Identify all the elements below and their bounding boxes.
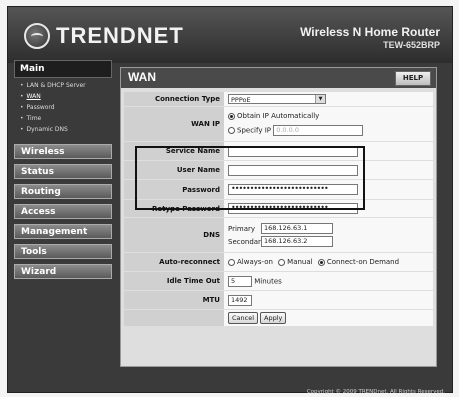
bullet-icon: • [20,93,24,100]
row-idle-time: Idle Time Out 5 Minutes [124,272,433,290]
password-label: Password [124,180,224,199]
sidebar-item-wan[interactable]: • WAN [20,91,112,102]
idle-time-label: Idle Time Out [124,272,224,290]
connection-type-select[interactable]: PPPoE ▼ [228,94,326,104]
apply-button[interactable]: Apply [260,312,287,324]
product-name: Wireless N Home Router [300,25,440,39]
dns-secondary-input[interactable]: 168.126.63.2 [261,236,333,247]
service-name-input[interactable] [228,145,358,157]
dns-primary-input[interactable]: 168.126.63.1 [261,223,333,234]
idle-time-input[interactable]: 5 [228,275,252,287]
wan-title-bar: WAN HELP [121,68,436,88]
row-retype-password: Retype Password ••••••••••••••••••••••••… [124,200,433,217]
specify-ip-label: Specify IP [237,126,271,135]
row-wan-ip: WAN IP Obtain IP Automatically Specify I… [124,107,433,141]
menu-management[interactable]: Management [14,224,112,239]
row-dns: DNS Primary 168.126.63.1 Secondary168.126… [124,218,433,252]
bullet-icon: • [20,82,24,89]
menu-routing[interactable]: Routing [14,184,112,199]
specify-ip-input[interactable]: 0.0.0.0 [273,125,364,136]
bullet-icon: • [20,104,24,111]
obtain-ip-radio[interactable] [228,112,235,120]
connection-type-label: Connection Type [124,92,224,106]
wan-panel: WAN HELP Connection Type PPPoE ▼ WAN IP O… [120,67,437,367]
row-service-name: Service Name [124,142,433,160]
page-title: WAN [128,70,156,84]
cancel-button[interactable]: Cancel [228,312,259,324]
bullet-icon: • [20,115,24,122]
always-on-radio[interactable] [228,258,235,266]
menu-status[interactable]: Status [14,164,112,179]
mtu-input[interactable]: 1492 [228,294,252,306]
retype-password-label: Retype Password [124,200,224,217]
user-name-label: User Name [124,161,224,179]
user-name-input[interactable] [228,164,358,176]
mtu-label: MTU [124,291,224,309]
sidebar-item-lan-dhcp[interactable]: • LAN & DHCP Server [20,80,112,91]
help-button[interactable]: HELP [395,71,431,86]
retype-password-input[interactable]: •••••••••••••••••••••••••• [228,203,358,214]
chevron-down-icon: ▼ [315,95,325,103]
menu-tools[interactable]: Tools [14,244,112,259]
trendnet-logo-icon [24,23,50,49]
connect-on-demand-label: Connect-on Demand [326,258,400,266]
row-connection-type: Connection Type PPPoE ▼ [124,92,433,106]
service-name-label: Service Name [124,142,224,160]
menu-access[interactable]: Access [14,204,112,219]
copyright: Copyright © 2009 TRENDnet. All Rights Re… [306,389,445,395]
obtain-ip-label: Obtain IP Automatically [237,112,320,120]
row-mtu: MTU 1492 [124,291,433,309]
row-auto-reconnect: Auto-reconnect Always-on Manual Connect-… [124,253,433,271]
wan-form: Connection Type PPPoE ▼ WAN IP Obtain IP … [124,91,433,327]
always-on-label: Always-on [237,258,273,266]
specify-ip-radio[interactable] [228,127,235,134]
manual-radio[interactable] [278,258,286,266]
dns-primary-label: Primary [228,224,256,233]
product-model: TEW-652BRP [383,40,440,50]
password-input[interactable]: •••••••••••••••••••••••••• [228,184,358,195]
connect-on-demand-radio[interactable] [317,258,325,266]
menu-wizard[interactable]: Wizard [14,264,112,279]
sidebar: Main • LAN & DHCP Server • WAN • Password •… [14,60,112,284]
menu-wireless[interactable]: Wireless [14,144,112,159]
manual-label: Manual [287,258,313,266]
sidebar-item-time[interactable]: • Time [20,113,112,124]
row-password: Password •••••••••••••••••••••••••• [124,180,433,199]
wan-ip-label: WAN IP [124,107,224,141]
dns-secondary-label: Secondary [228,237,266,246]
auto-reconnect-label: Auto-reconnect [124,253,224,271]
main-submenu: • LAN & DHCP Server • WAN • Password • Time … [14,78,112,141]
brand-logo: TRENDNET [56,23,184,48]
sidebar-item-dynamic-dns[interactable]: • Dynamic DNS [20,124,112,135]
row-user-name: User Name [124,161,433,179]
header: TRENDNET Wireless N Home Router TEW-652B… [8,7,452,63]
idle-time-unit: Minutes [254,277,282,285]
menu-main[interactable]: Main [14,60,112,78]
sidebar-item-password[interactable]: • Password [20,102,112,113]
dns-label: DNS [124,218,224,252]
row-actions: Cancel Apply [124,310,433,326]
bullet-icon: • [20,126,24,133]
